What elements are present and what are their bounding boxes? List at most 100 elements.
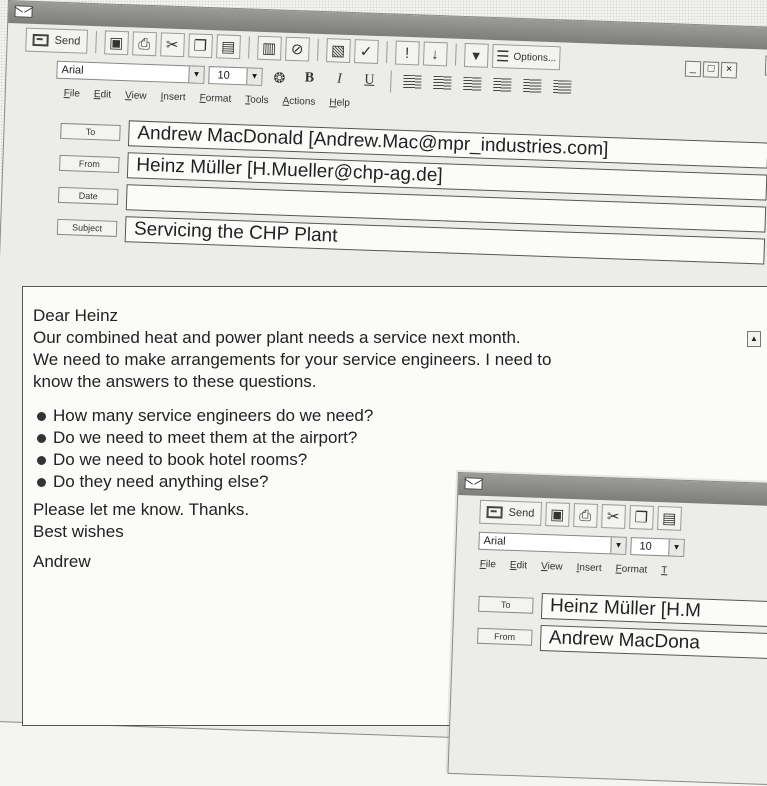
- print-button[interactable]: ⎙: [131, 31, 157, 57]
- color-palette-icon: ❂: [273, 68, 286, 86]
- print-icon: ⎙: [578, 506, 592, 525]
- save-button[interactable]: ▣: [544, 502, 570, 527]
- decrease-indent-icon: [523, 79, 542, 94]
- align-left-icon: [403, 74, 422, 90]
- from-button[interactable]: From: [477, 627, 533, 646]
- underline-button[interactable]: U: [356, 70, 383, 91]
- copy-icon: ❐: [193, 37, 208, 55]
- menu-edit[interactable]: Edit: [94, 89, 112, 101]
- message-header: To Andrew MacDonald [Andrew.Mac@mpr_indu…: [1, 101, 767, 269]
- align-left-button[interactable]: [399, 72, 426, 93]
- send-icon: [32, 33, 49, 47]
- bullets-button[interactable]: [489, 75, 516, 96]
- menu-help[interactable]: Help: [329, 97, 350, 109]
- italic-button[interactable]: I: [326, 69, 353, 90]
- cut-icon: ✂: [165, 36, 179, 54]
- menu-edit[interactable]: Edit: [510, 559, 528, 571]
- message-header: To Heinz Müller [H.M From Andrew MacDona: [453, 573, 767, 664]
- list-item: Do we need to meet them at the airport?: [33, 427, 767, 449]
- cut-button[interactable]: ✂: [600, 504, 626, 529]
- menu-file[interactable]: File: [480, 558, 496, 570]
- font-select[interactable]: Arial ▼: [56, 60, 205, 84]
- menu-insert[interactable]: Insert: [160, 91, 185, 103]
- font-size-value: 10: [217, 69, 230, 82]
- align-right-icon: [463, 76, 482, 92]
- body-paragraph: Our combined heat and power plant needs …: [33, 328, 521, 347]
- low-importance-icon: ↓: [431, 45, 440, 63]
- save-icon: ▣: [549, 505, 565, 524]
- date-label: Date: [57, 186, 119, 205]
- flag-button[interactable]: ▾: [463, 42, 489, 68]
- send-icon: [486, 506, 503, 519]
- align-right-button[interactable]: [459, 74, 486, 95]
- font-size-value: 10: [639, 540, 652, 553]
- bold-button[interactable]: B: [296, 68, 323, 89]
- font-select[interactable]: Arial ▼: [478, 531, 627, 555]
- cut-icon: ✂: [606, 507, 620, 526]
- chevron-down-icon: ▼: [610, 537, 626, 554]
- from-button[interactable]: From: [59, 154, 120, 173]
- to-button[interactable]: To: [478, 595, 534, 614]
- body-paragraph: We need to make arrangements for your se…: [33, 350, 552, 369]
- save-icon: ▣: [108, 34, 124, 52]
- paste-button[interactable]: ▤: [656, 505, 682, 531]
- low-importance-button[interactable]: ↓: [422, 41, 448, 67]
- high-importance-icon: !: [404, 44, 410, 62]
- copy-icon: ❐: [634, 508, 649, 527]
- options-button[interactable]: ☰ Options...: [491, 43, 561, 71]
- cut-button[interactable]: ✂: [159, 32, 185, 58]
- font-size-select[interactable]: 10 ▼: [630, 537, 685, 557]
- toolbar-separator: [385, 41, 388, 64]
- menu-format[interactable]: Format: [199, 92, 231, 104]
- font-color-button[interactable]: ❂: [266, 67, 293, 88]
- attach-button[interactable]: ⊘: [284, 36, 310, 62]
- paste-button[interactable]: ▤: [215, 34, 241, 60]
- envelope-icon: [464, 477, 483, 490]
- list-item: Do we need to book hotel rooms?: [33, 449, 767, 471]
- bullets-icon: [493, 77, 512, 93]
- high-importance-button[interactable]: !: [394, 40, 420, 66]
- toolbar-separator: [454, 43, 457, 66]
- copy-button[interactable]: ❐: [628, 505, 654, 530]
- chevron-down-icon: ▼: [668, 539, 684, 556]
- send-button[interactable]: Send: [25, 27, 88, 54]
- align-center-button[interactable]: [429, 73, 456, 94]
- maximize-icon[interactable]: □: [702, 61, 720, 78]
- menu-actions[interactable]: Actions: [282, 95, 315, 107]
- decrease-indent-button[interactable]: [519, 76, 546, 97]
- paste-icon: ▤: [220, 37, 236, 56]
- save-button[interactable]: ▣: [103, 30, 129, 56]
- spelling-icon: ✓: [359, 42, 373, 61]
- send-button[interactable]: Send: [479, 499, 542, 526]
- increase-indent-icon: [553, 80, 572, 95]
- font-value: Arial: [61, 63, 84, 77]
- print-button[interactable]: ⎙: [572, 503, 598, 528]
- toolbar-separator: [247, 36, 250, 59]
- menu-file[interactable]: File: [64, 88, 80, 100]
- menu-insert[interactable]: Insert: [576, 562, 601, 574]
- attach-icon: ⊘: [290, 40, 304, 58]
- scroll-up-arrow[interactable]: ▲: [747, 331, 761, 347]
- font-size-select[interactable]: 10 ▼: [208, 66, 263, 86]
- menu-tools[interactable]: Tools: [245, 94, 269, 106]
- spelling-button[interactable]: ✓: [353, 39, 379, 64]
- window-controls: _ □ ×: [684, 60, 738, 79]
- from-field[interactable]: Andrew MacDona: [539, 624, 767, 661]
- paste-icon: ▤: [661, 509, 677, 528]
- menu-view[interactable]: View: [541, 560, 563, 572]
- increase-indent-button[interactable]: [549, 77, 576, 98]
- to-button[interactable]: To: [60, 122, 121, 141]
- menu-tools[interactable]: T: [661, 565, 667, 576]
- list-item: How many service engineers do we need?: [33, 405, 767, 427]
- menu-view[interactable]: View: [125, 90, 147, 102]
- minimize-icon[interactable]: _: [684, 60, 702, 78]
- chevron-down-icon: ▼: [188, 66, 204, 83]
- send-label: Send: [54, 34, 81, 48]
- menu-format[interactable]: Format: [615, 563, 647, 575]
- close-icon[interactable]: ×: [720, 61, 738, 79]
- check-names-button[interactable]: ▧: [325, 38, 351, 63]
- subject-label: Subject: [56, 218, 118, 237]
- copy-button[interactable]: ❐: [187, 33, 213, 59]
- chevron-down-icon: ▼: [246, 68, 262, 85]
- address-book-button[interactable]: ▥: [256, 35, 282, 61]
